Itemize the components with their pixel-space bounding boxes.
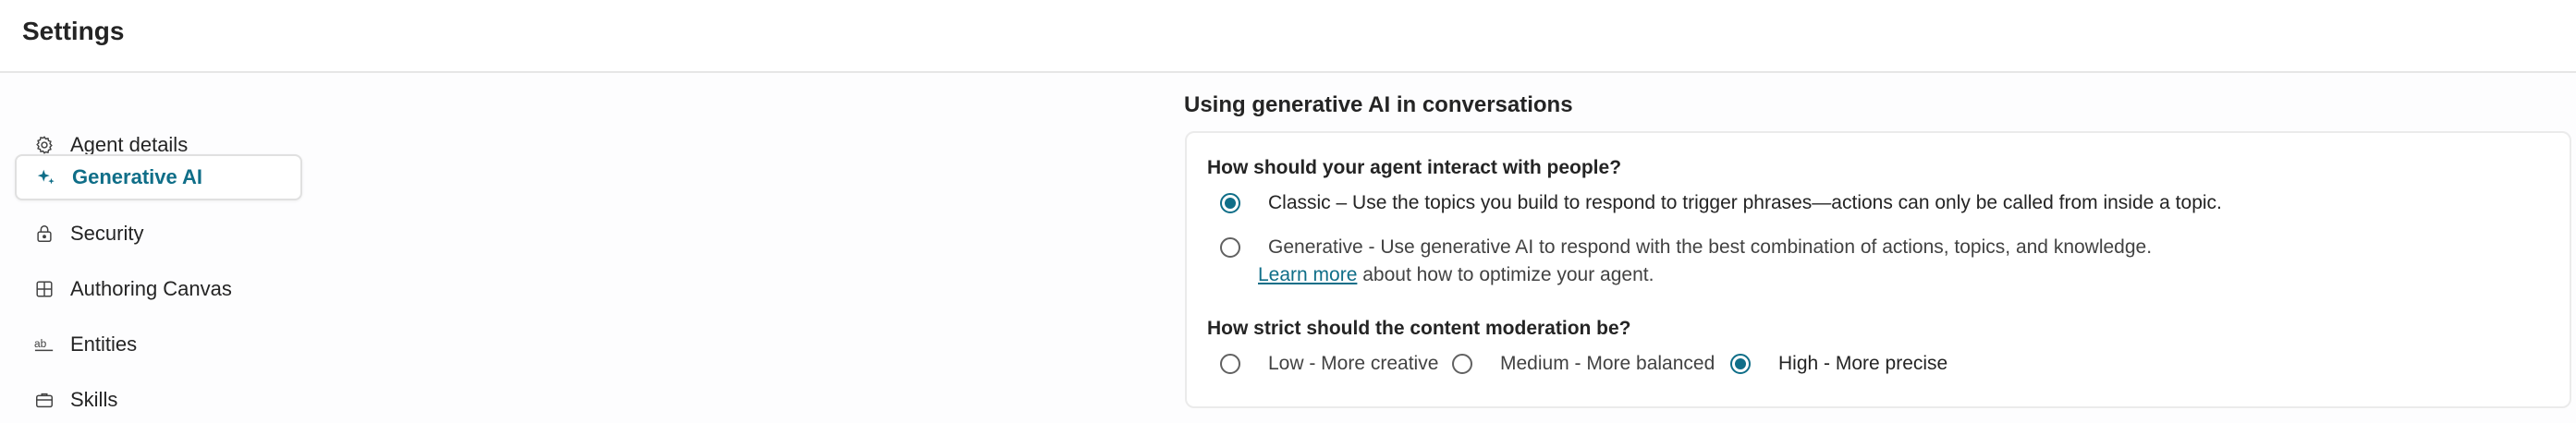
sidebar-item-generative-ai[interactable]: Generative AI [15,154,302,200]
gear-icon [33,134,55,156]
moderation-question: How strict should the content moderation… [1207,318,1631,339]
learn-more-line: Learn more about how to optimize your ag… [1258,262,1654,288]
learn-more-link[interactable]: Learn more [1258,264,1357,285]
section-title: Using generative AI in conversations [1184,92,1573,117]
radio-indicator[interactable] [1452,354,1472,374]
sidebar-item-label: Authoring Canvas [70,277,232,300]
radio-high-label: High - More precise [1778,353,1948,374]
ab-text-icon: ab [33,333,55,356]
sidebar-item-label: Entities [70,332,138,356]
sidebar-item-authoring-canvas[interactable]: Authoring Canvas [15,266,302,312]
radio-generative-label: Generative - Use generative AI to respon… [1268,236,2153,258]
sidebar-item-label: Security [70,222,144,245]
sparkle-icon [35,166,57,188]
radio-classic-label: Classic – Use the topics you build to re… [1268,192,2222,213]
radio-moderation-low[interactable]: Low - More creative [1220,351,1438,377]
sidebar-item-label: Generative AI [72,165,203,188]
sidebar-item-label: Skills [70,388,118,411]
briefcase-icon [33,389,55,411]
generative-ai-settings-card: How should your agent interact with peop… [1185,131,2571,408]
radio-indicator[interactable] [1220,193,1240,213]
radio-moderation-medium[interactable]: Medium - More balanced [1452,351,1715,377]
radio-classic[interactable]: Classic – Use the topics you build to re… [1220,190,2222,216]
settings-sidebar: Agent details Generative AI Security Aut… [0,73,314,414]
radio-medium-label: Medium - More balanced [1500,353,1715,374]
radio-low-label: Low - More creative [1268,353,1439,374]
sidebar-item-skills[interactable]: Skills [15,377,302,423]
grid-icon [33,278,55,300]
radio-generative[interactable]: Generative - Use generative AI to respon… [1220,235,2152,260]
interaction-question: How should your agent interact with peop… [1207,157,1622,178]
sidebar-item-entities[interactable]: ab Entities [15,321,302,368]
radio-indicator[interactable] [1220,354,1240,374]
page-title: Settings [22,17,125,45]
radio-indicator[interactable] [1220,237,1240,258]
learn-more-suffix: about how to optimize your agent. [1357,264,1654,285]
lock-icon [33,223,55,245]
sidebar-item-security[interactable]: Security [15,211,302,257]
radio-indicator[interactable] [1730,354,1751,374]
page-header: Settings [0,0,2576,73]
radio-moderation-high[interactable]: High - More precise [1730,351,1947,377]
svg-text:ab: ab [34,337,47,350]
